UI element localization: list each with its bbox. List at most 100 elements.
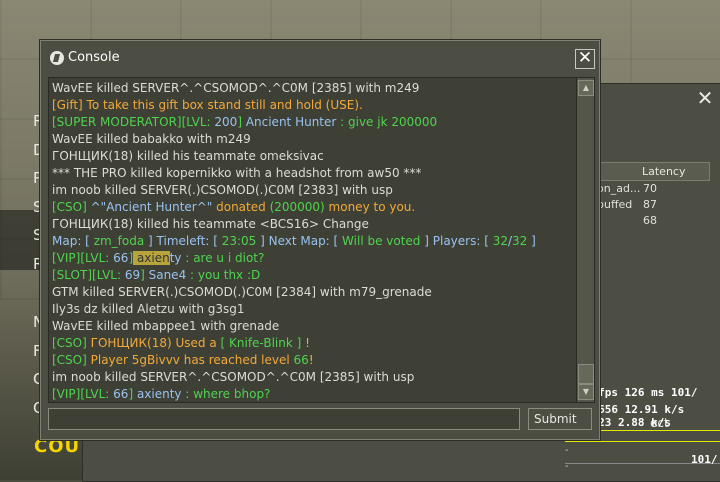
console-line-segment: [CSO] xyxy=(52,336,91,350)
console-command-input[interactable] xyxy=(48,408,520,430)
console-line-segment: Used a xyxy=(171,336,221,350)
console-line-segment: money to you. xyxy=(324,200,416,214)
console-line-segment: 200 xyxy=(214,115,238,129)
console-line-segment: ГОНЩИК(18) killed his teammate <BCS16> C… xyxy=(52,217,369,231)
console-line-segment: [SLOT][LVL: xyxy=(52,268,125,282)
console-line-segment: 66 xyxy=(293,353,309,367)
scoreboard-table: Latency on_ad... 70 buffed 87 68 xyxy=(597,162,710,229)
console-line-segment: 23:05 xyxy=(221,234,257,248)
console-line-segment: zm_foda xyxy=(93,234,145,248)
console-line: WavEE killed babakko with m249 xyxy=(52,131,572,148)
net-graph-tick: - xyxy=(565,461,569,472)
console-line-segment: : are u i diot? xyxy=(181,251,265,265)
console-scrollbar[interactable]: ▲ ▼ xyxy=(576,78,594,402)
scrollbar-thumb[interactable] xyxy=(578,364,594,384)
console-line-segment: axien xyxy=(133,251,170,265)
half-life-icon xyxy=(50,51,64,65)
console-line: WavEE killed SERVER^.^CSOMOD^.^C0M [2385… xyxy=(52,80,572,97)
console-line: [SUPER MODERATOR][LVL: 200] Ancient Hunt… xyxy=(52,114,572,131)
console-close-button[interactable]: ✕ xyxy=(575,49,595,69)
console-line-segment: Map: [ xyxy=(52,234,94,248)
table-row: buffed 87 xyxy=(597,197,710,213)
console-line-segment: ] Next Map: [ xyxy=(256,234,343,248)
console-line-segment: ГОНЩИК(18) xyxy=(90,336,172,350)
console-line-segment: 32 xyxy=(512,234,528,248)
console-line-segment: ! xyxy=(308,353,314,367)
console-line-segment: ty xyxy=(169,251,182,265)
net-graph-line xyxy=(565,441,720,442)
console-line-segment: : give jk 200000 xyxy=(336,115,438,129)
console-line-segment: Will be voted xyxy=(342,234,421,248)
console-log: WavEE killed SERVER^.^CSOMOD^.^C0M [2385… xyxy=(48,77,595,403)
player-latency: 68 xyxy=(643,214,657,227)
console-line-segment: 66 xyxy=(113,251,129,265)
net-graph-label: 101/ xyxy=(691,453,718,466)
console-log-lines: WavEE killed SERVER^.^CSOMOD^.^C0M [2385… xyxy=(52,80,572,402)
console-line-segment: [CSO] xyxy=(52,353,91,367)
net-graph-tick: - xyxy=(565,445,569,456)
console-line: Map: [ zm_foda ] Timeleft: [ 23:05 ] Nex… xyxy=(52,233,572,250)
console-line-segment: 32 xyxy=(492,234,508,248)
console-line: *** THE PRO killed kopernikko with a hea… xyxy=(52,165,572,182)
console-line-segment: : you thx :D xyxy=(186,268,261,282)
console-line-segment: ] Players: [ xyxy=(420,234,493,248)
console-line-segment: [Gift] To take this gift box stand still… xyxy=(52,98,363,112)
console-line-segment: Player 5gBivvv has reached level xyxy=(90,353,294,367)
console-line: [CSO] ^"Ancient Hunter^" donated (200000… xyxy=(52,199,572,216)
console-line-segment: WavEE killed mbappee1 with grenade xyxy=(52,319,280,333)
console-line-segment: ] Timeleft: [ xyxy=(144,234,222,248)
console-line-segment: 66 xyxy=(113,387,129,401)
scroll-up-arrow-icon[interactable]: ▲ xyxy=(578,80,594,96)
console-line-segment: donated xyxy=(212,200,270,214)
latency-column-header: Latency xyxy=(642,165,686,178)
console-line-segment: im noob killed SERVER^.^CSOMOD^.^C0M [23… xyxy=(52,370,415,384)
scoreboard-header: Latency xyxy=(597,162,710,181)
console-line-segment: ] xyxy=(237,115,246,129)
console-line-segment: axienty xyxy=(136,387,182,401)
table-row: on_ad... 70 xyxy=(597,181,710,197)
console-line-segment: (200000) xyxy=(269,200,325,214)
player-name: buffed xyxy=(597,198,633,211)
console-line-segment: ] xyxy=(128,387,137,401)
console-title: Console xyxy=(68,50,120,65)
player-name: on_ad... xyxy=(597,182,641,195)
console-line-segment: Ancient Hunter xyxy=(245,115,337,129)
console-window: Console ✕ WavEE killed SERVER^.^CSOMOD^.… xyxy=(40,40,600,440)
console-line: [CSO] Player 5gBivvv has reached level 6… xyxy=(52,352,572,369)
scoreboard-close-icon[interactable]: ✕ xyxy=(695,88,715,108)
table-row: 68 xyxy=(597,213,710,229)
console-titlebar[interactable]: Console ✕ xyxy=(41,41,599,75)
console-line-segment: ^"Ancient Hunter^" xyxy=(90,200,213,214)
console-line-segment: 69 xyxy=(124,268,141,282)
console-line-segment: ] xyxy=(527,234,536,248)
console-line-segment: *** THE PRO killed kopernikko with a hea… xyxy=(52,166,422,180)
console-line: im noob killed SERVER(.)CSOMOD(.)C0M [23… xyxy=(52,182,572,199)
player-latency: 70 xyxy=(643,182,657,195)
console-line-segment: GTM killed SERVER(.)CSOMOD(.)C0M [2384] … xyxy=(52,285,432,299)
console-line-segment: : where bhop? xyxy=(181,387,271,401)
console-line-segment: ! xyxy=(301,336,310,350)
console-line-segment: [CSO] xyxy=(52,200,91,214)
console-line: Ily3s dz killed Aletzu with g3sg1 xyxy=(52,301,572,318)
console-line: [VIP][LVL: 66] axienty : where bhop? xyxy=(52,386,572,402)
console-line: GTM killed SERVER(.)CSOMOD(.)C0M [2384] … xyxy=(52,284,572,301)
console-line: [SLOT][LVL: 69] Sane4 : you thx :D xyxy=(52,267,572,284)
console-line-segment: ГОНЩИК(18) killed his teammate omeksivac xyxy=(52,149,324,163)
console-line: ГОНЩИК(18) killed his teammate omeksivac xyxy=(52,148,572,165)
console-line-segment: ] xyxy=(140,268,149,282)
console-line-segment: im noob killed SERVER(.)CSOMOD(.)C0M [23… xyxy=(52,183,393,197)
player-latency: 87 xyxy=(643,198,657,211)
console-line-segment: [SUPER MODERATOR][LVL: xyxy=(52,115,215,129)
console-line-segment: Ily3s dz killed Aletzu with g3sg1 xyxy=(52,302,245,316)
console-line-segment: WavEE killed babakko with m249 xyxy=(52,132,251,146)
console-line: im noob killed SERVER^.^CSOMOD^.^C0M [23… xyxy=(52,369,572,386)
console-line: [VIP][LVL: 66] axienty : are u i diot? xyxy=(52,250,572,267)
console-line-segment: [VIP][LVL: xyxy=(52,251,114,265)
console-line-segment: WavEE killed SERVER^.^CSOMOD^.^C0M [2385… xyxy=(52,81,420,95)
console-line-segment: [ Knife-Blink ] xyxy=(220,336,302,350)
scroll-down-arrow-icon[interactable]: ▼ xyxy=(578,384,594,400)
console-line-segment: [VIP][LVL: xyxy=(52,387,114,401)
submit-button[interactable]: Submit xyxy=(528,408,592,430)
console-line: [Gift] To take this gift box stand still… xyxy=(52,97,572,114)
console-line: WavEE killed mbappee1 with grenade xyxy=(52,318,572,335)
